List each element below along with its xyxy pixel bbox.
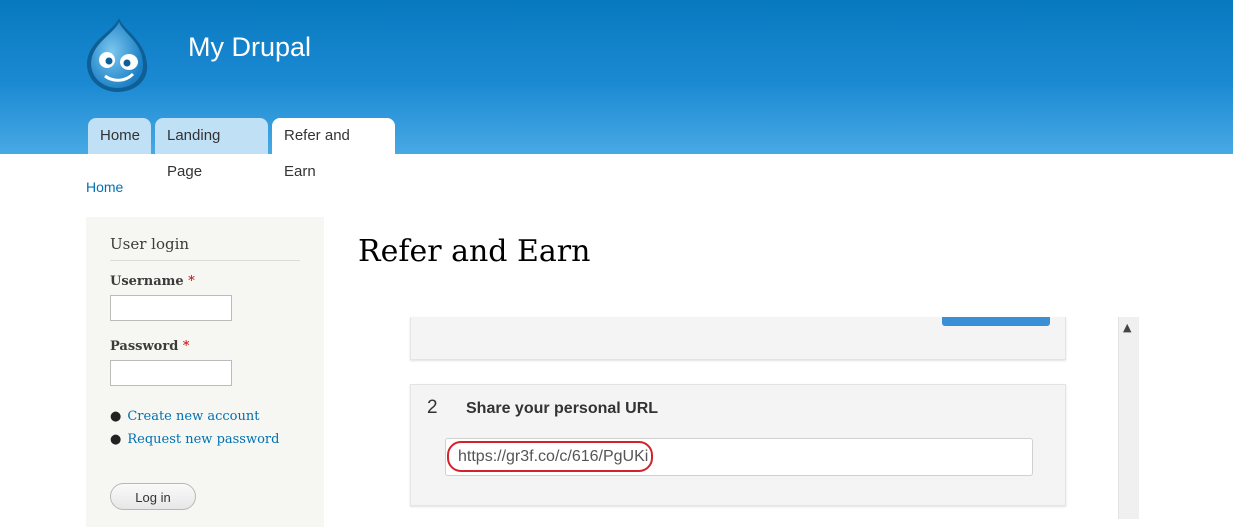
tab-refer-and-earn[interactable]: Refer and Earn — [272, 118, 395, 180]
required-mark: * — [182, 339, 190, 354]
user-login-block: User login Username * Password * ● Create… — [86, 217, 324, 527]
site-header: My Drupal Home Landing Page Refer and Ea… — [0, 0, 1233, 180]
step-number: 2 — [427, 397, 438, 418]
create-account-item: ● Create new account — [110, 409, 259, 424]
chevron-up-icon[interactable]: ▲ — [1123, 321, 1131, 334]
user-login-title: User login — [110, 235, 190, 253]
bullet: ● — [110, 409, 122, 424]
request-password-item: ● Request new password — [110, 432, 279, 447]
bullet: ● — [110, 432, 122, 447]
password-label: Password * — [110, 339, 189, 354]
drupal-logo[interactable] — [83, 16, 153, 94]
request-password-link[interactable]: Request new password — [127, 432, 279, 447]
step-panel-2: 2 Share your personal URL https://gr3f.c… — [410, 384, 1066, 506]
personal-url-text[interactable]: https://gr3f.co/c/616/PgUKi — [458, 448, 648, 466]
username-input[interactable] — [110, 295, 232, 321]
step-1-button[interactable] — [942, 317, 1050, 326]
page-title: Refer and Earn — [358, 234, 591, 269]
create-account-link[interactable]: Create new account — [127, 409, 259, 424]
password-label-text: Password — [110, 339, 179, 354]
login-button[interactable]: Log in — [110, 483, 196, 510]
site-name[interactable]: My Drupal — [188, 32, 311, 63]
iframe-scrollbar[interactable]: ▲ — [1118, 317, 1139, 519]
divider — [110, 260, 300, 261]
password-input[interactable] — [110, 360, 232, 386]
username-label: Username * — [110, 274, 195, 289]
required-mark: * — [188, 274, 195, 289]
step-title: Share your personal URL — [466, 400, 659, 417]
personal-url-field[interactable]: https://gr3f.co/c/616/PgUKi — [445, 438, 1033, 476]
breadcrumb-home-link[interactable]: Home — [86, 179, 123, 195]
tab-home[interactable]: Home — [88, 118, 151, 154]
username-label-text: Username — [110, 274, 184, 289]
step-panel-1 — [410, 317, 1066, 360]
tab-landing-page[interactable]: Landing Page — [155, 118, 268, 180]
